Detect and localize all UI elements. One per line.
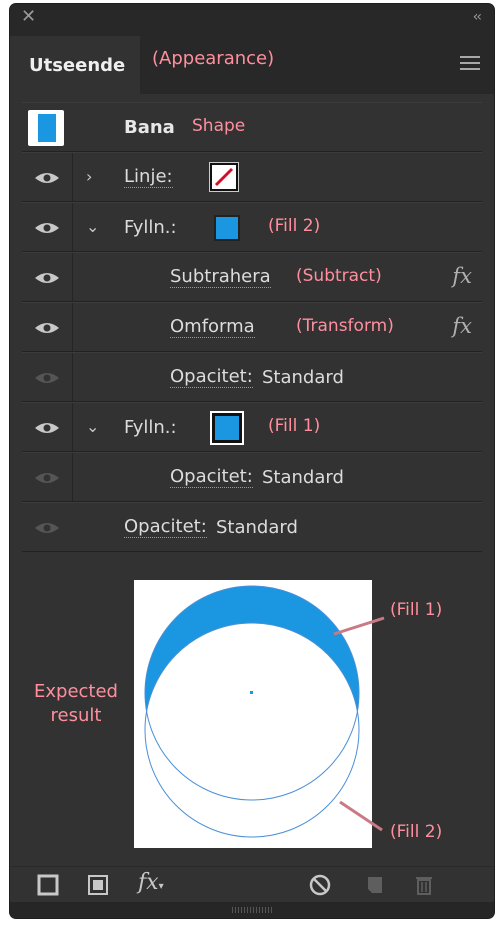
panel-footer: fx▾ (10, 866, 494, 903)
add-stroke-icon[interactable] (36, 873, 60, 897)
fill-label[interactable]: Fylln.: (124, 417, 177, 438)
fill2-row[interactable]: ⌄ Fylln.: (Fill 2) (22, 202, 482, 252)
add-fill-icon[interactable] (86, 873, 110, 897)
fx-icon[interactable]: fx (452, 264, 472, 288)
visibility-toggle[interactable] (22, 453, 73, 501)
panel-titlebar: ✕ ‹‹ (10, 4, 494, 30)
eye-icon (35, 373, 59, 383)
appearance-panel: ✕ ‹‹ Utseende (Appearance) Bana Shape › … (10, 4, 494, 918)
stroke-label[interactable]: Linje: (124, 167, 173, 188)
eye-icon (35, 323, 59, 333)
eye-icon (35, 173, 59, 183)
transform-effect-row[interactable]: Omforma (Transform) fx (22, 302, 482, 352)
opacity-row[interactable]: Opacitet: Standard (22, 452, 482, 502)
fill-annotation: (Fill 1) (268, 416, 321, 436)
visibility-toggle[interactable] (22, 203, 73, 251)
opacity-label[interactable]: Opacitet: (170, 467, 253, 488)
fill1-callout: (Fill 1) (390, 600, 443, 620)
chevron-down-icon[interactable]: ⌄ (86, 217, 99, 236)
appearance-list: Bana Shape › Linje: ⌄ Fylln.: (Fill 2) S… (22, 102, 482, 552)
fx-icon[interactable]: fx (452, 314, 472, 338)
eye-icon (35, 273, 59, 283)
tab-appearance[interactable]: Utseende (10, 36, 140, 94)
opacity-label[interactable]: Opacitet: (170, 367, 253, 388)
stroke-swatch[interactable] (210, 163, 238, 191)
subtract-effect-row[interactable]: Subtrahera (Subtract) fx (22, 252, 482, 302)
path-annotation: Shape (192, 116, 246, 136)
chevron-right-icon[interactable]: › (86, 167, 92, 186)
visibility-toggle[interactable] (22, 353, 73, 401)
subtract-label[interactable]: Subtrahera (170, 267, 271, 288)
expected-result-preview: Expected result (Fill 1) (Fill 2) (22, 554, 482, 864)
tab-label: Utseende (29, 55, 126, 76)
none-slash-icon (214, 167, 234, 187)
add-effect-icon[interactable]: fx▾ (138, 870, 164, 895)
chevron-down-icon[interactable]: ⌄ (86, 417, 99, 436)
close-icon[interactable]: ✕ (21, 7, 36, 27)
fill2-callout: (Fill 2) (390, 822, 443, 842)
opacity-row[interactable]: Opacitet: Standard (22, 352, 482, 402)
tab-annotation: (Appearance) (152, 48, 275, 69)
eye-icon (35, 473, 59, 483)
eye-icon (35, 523, 59, 533)
stroke-row[interactable]: › Linje: (22, 152, 482, 202)
grip-icon (232, 907, 272, 913)
fill-label[interactable]: Fylln.: (124, 217, 177, 238)
path-row[interactable]: Bana Shape (22, 102, 482, 152)
visibility-toggle[interactable] (22, 153, 73, 201)
object-opacity-row[interactable]: Opacitet: Standard (22, 502, 482, 552)
duplicate-item-icon[interactable] (362, 873, 386, 897)
eye-icon (35, 423, 59, 433)
opacity-value: Standard (216, 517, 298, 538)
panel-menu-icon[interactable] (460, 56, 480, 70)
fill1-row[interactable]: ⌄ Fylln.: (Fill 1) (22, 402, 482, 452)
visibility-toggle[interactable] (22, 303, 73, 351)
visibility-toggle[interactable] (22, 503, 72, 551)
opacity-label[interactable]: Opacitet: (124, 517, 207, 538)
path-label: Bana (124, 117, 175, 138)
transform-annotation: (Transform) (296, 316, 394, 336)
eye-icon (35, 223, 59, 233)
visibility-toggle[interactable] (22, 403, 73, 451)
visibility-toggle[interactable] (22, 253, 73, 301)
fill-swatch[interactable] (214, 215, 240, 241)
path-thumbnail (28, 110, 64, 146)
fill-swatch[interactable] (212, 413, 242, 443)
opacity-value: Standard (262, 467, 344, 488)
collapse-icon[interactable]: ‹‹ (473, 7, 482, 27)
fill-annotation: (Fill 2) (268, 216, 321, 236)
transform-label[interactable]: Omforma (170, 317, 255, 338)
clear-appearance-icon[interactable] (308, 873, 332, 897)
subtract-annotation: (Subtract) (296, 266, 382, 286)
panel-tabbar: Utseende (Appearance) (10, 30, 494, 94)
trash-icon[interactable] (412, 873, 436, 897)
resize-handle[interactable] (10, 902, 494, 918)
opacity-value: Standard (262, 367, 344, 388)
